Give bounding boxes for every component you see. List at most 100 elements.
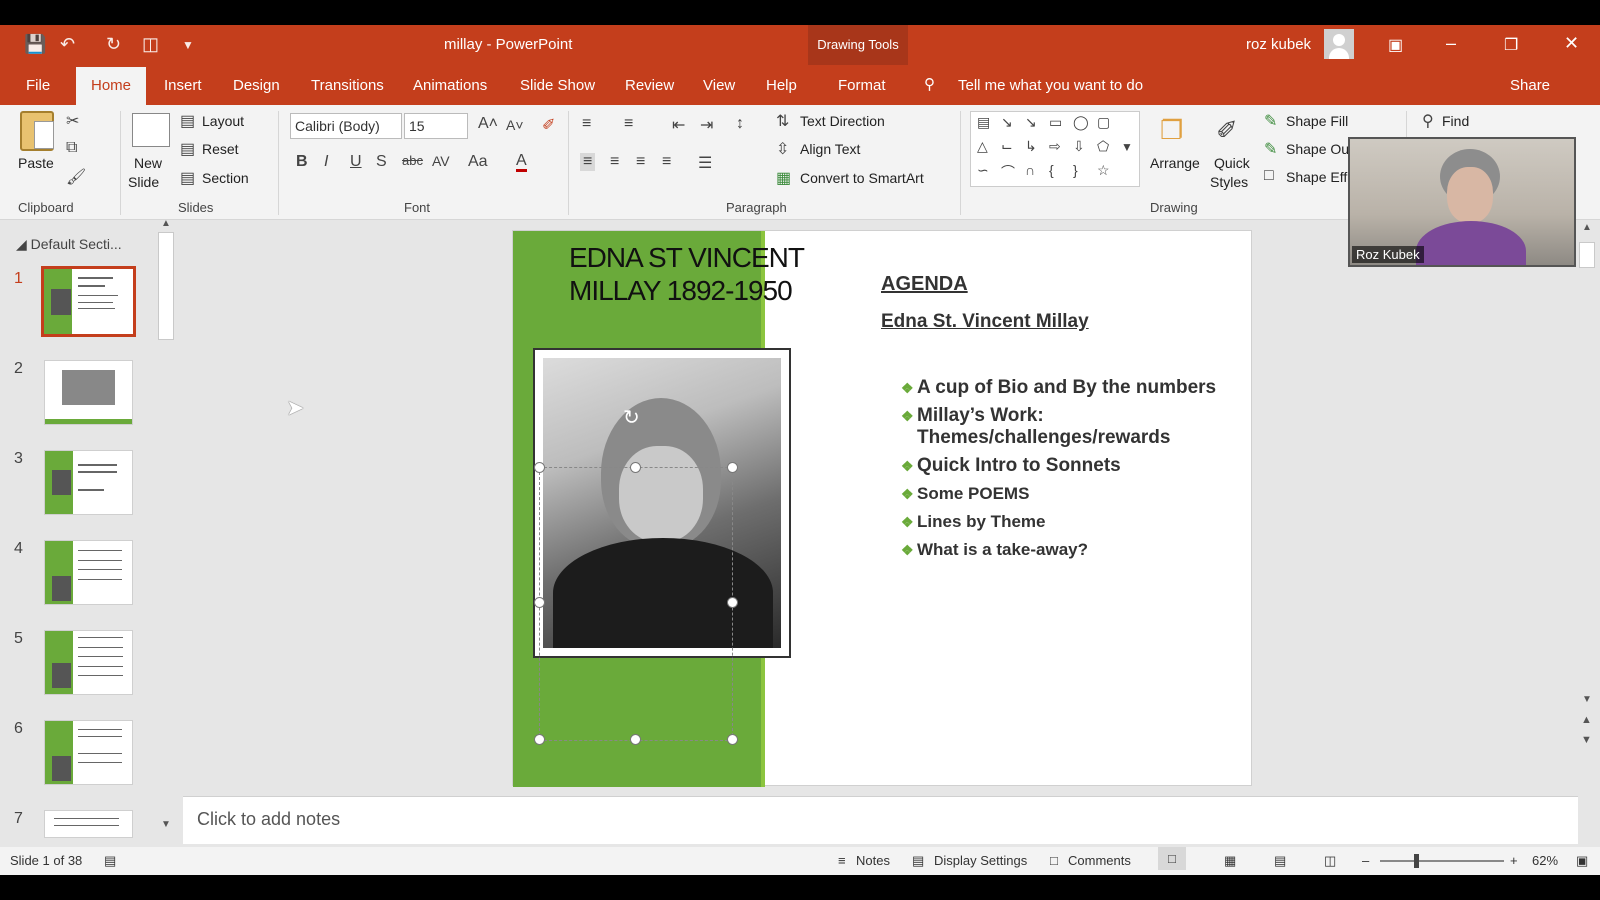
notes-pane[interactable]: Click to add notes (183, 796, 1578, 844)
rounded-rect-shape-icon[interactable]: ▢ (1097, 114, 1110, 131)
font-face-select[interactable]: Calibri (Body) (290, 113, 402, 139)
present-icon[interactable]: ◫ (142, 34, 159, 55)
scroll-up-icon[interactable]: ▲ (1582, 222, 1592, 233)
underline-icon[interactable]: U (350, 153, 362, 171)
slide-thumbnail-5[interactable] (44, 630, 133, 695)
save-icon[interactable]: 💾 (24, 34, 46, 55)
freeform-shape-icon[interactable]: ∽ (977, 162, 989, 179)
shapes-gallery[interactable]: ▤ ↘ ↘ ▭ ◯ ▢ △ ⌙ ↳ ⇨ ⇩ ⬠ ∽ ⌒ ∩ { } ☆ ▼ (970, 111, 1140, 187)
line-spacing-icon[interactable]: ↕ (736, 115, 744, 133)
scroll-up-icon[interactable]: ▲ (161, 218, 171, 229)
share-button[interactable]: Share (1510, 77, 1550, 94)
format-painter-icon[interactable]: 🖌 (66, 167, 86, 187)
convert-smartart-button[interactable]: Convert to SmartArt (800, 170, 924, 186)
zoom-out-icon[interactable]: – (1362, 853, 1369, 868)
resize-handle[interactable] (727, 734, 738, 745)
clear-format-icon[interactable]: ✐ (542, 115, 555, 135)
zoom-in-icon[interactable]: + (1510, 853, 1518, 868)
tab-format[interactable]: Format (838, 77, 886, 94)
right-brace-icon[interactable]: } (1073, 162, 1078, 178)
notes-button[interactable]: Notes (856, 853, 890, 868)
slide-thumbnail-3[interactable] (44, 450, 133, 515)
tab-help[interactable]: Help (766, 77, 797, 94)
resize-handle[interactable] (727, 597, 738, 608)
thumbnail-scrollbar[interactable]: ▲ ▼ (157, 218, 175, 832)
layout-button[interactable]: Layout (202, 113, 244, 129)
section-header[interactable]: ◢ Default Secti... (16, 236, 122, 253)
gallery-more-icon[interactable]: ▼ (1121, 140, 1133, 154)
tab-design[interactable]: Design (233, 77, 280, 94)
decrease-indent-icon[interactable]: ⇤ (672, 115, 685, 135)
resize-handle[interactable] (534, 597, 545, 608)
normal-view-icon[interactable]: □ (1158, 847, 1186, 870)
copy-icon[interactable]: ⧉ (66, 139, 77, 157)
selection-box[interactable] (539, 467, 733, 741)
scrollbar-thumb[interactable] (1579, 242, 1595, 268)
elbow-connector-icon[interactable]: ⌙ (1001, 138, 1013, 155)
scroll-down-icon[interactable]: ▼ (1582, 694, 1592, 705)
slide-sorter-icon[interactable]: ▦ (1224, 853, 1236, 869)
slide-thumbnail-1[interactable] (41, 266, 136, 337)
quick-styles-button-label2[interactable]: Styles (1210, 174, 1248, 190)
resize-handle[interactable] (534, 462, 545, 473)
scroll-down-icon[interactable]: ▼ (161, 819, 171, 830)
arc-shape-icon[interactable]: ⌒ (1001, 162, 1015, 182)
reading-view-icon[interactable]: ▤ (1274, 853, 1286, 869)
zoom-slider[interactable] (1380, 860, 1504, 862)
tab-slide-show[interactable]: Slide Show (520, 77, 595, 94)
display-settings-button[interactable]: Display Settings (934, 853, 1027, 868)
agenda-subtitle[interactable]: Edna St. Vincent Millay (881, 311, 1089, 333)
strikethrough-icon[interactable]: abc (402, 153, 423, 168)
slide-thumbnail-4[interactable] (44, 540, 133, 605)
user-name[interactable]: roz kubek (1246, 36, 1311, 53)
find-button[interactable]: Find (1442, 113, 1469, 129)
text-direction-button[interactable]: Text Direction (800, 113, 885, 129)
down-arrow-shape-icon[interactable]: ⇩ (1073, 138, 1085, 155)
redo-icon[interactable]: ↻ (106, 34, 121, 55)
tab-view[interactable]: View (703, 77, 735, 94)
slide-thumbnail-2[interactable] (44, 360, 133, 425)
agenda-list[interactable]: ❖ A cup of Bio and By the numbers ❖ Millay… (901, 377, 1241, 567)
resize-handle[interactable] (630, 462, 641, 473)
align-left-icon[interactable]: ≡ (580, 153, 596, 171)
elbow-arrow-icon[interactable]: ↳ (1025, 138, 1037, 155)
left-brace-icon[interactable]: { (1049, 162, 1054, 178)
new-slide-icon[interactable] (132, 113, 170, 147)
grow-font-icon[interactable]: A˄ (478, 115, 498, 133)
avatar[interactable] (1324, 29, 1354, 59)
arrow-line-shape-icon[interactable]: ↘ (1025, 114, 1037, 131)
slide-canvas[interactable]: EDNA ST VINCENT MILLAY 1892-1950 ↻ AGEND… (512, 230, 1252, 787)
increase-indent-icon[interactable]: ⇥ (700, 115, 713, 135)
restore-icon[interactable]: ❐ (1504, 35, 1518, 55)
zoom-level[interactable]: 62% (1532, 853, 1558, 868)
tab-file[interactable]: File (26, 77, 50, 94)
resize-handle[interactable] (727, 462, 738, 473)
shadow-icon[interactable]: S (376, 153, 387, 171)
slide-scrollbar[interactable]: ▲ ▼ ▲ ▼ (1578, 220, 1596, 805)
align-right-icon[interactable]: ≡ (636, 153, 645, 171)
font-color-icon[interactable]: A (516, 153, 527, 172)
curve-shape-icon[interactable]: ∩ (1025, 162, 1035, 178)
right-arrow-shape-icon[interactable]: ⇨ (1049, 138, 1061, 155)
shrink-font-icon[interactable]: A˅ (506, 117, 524, 133)
justify-icon[interactable]: ≡ (662, 153, 671, 171)
tab-insert[interactable]: Insert (164, 77, 202, 94)
paste-icon[interactable] (20, 111, 54, 151)
bullets-icon[interactable]: ≡ (582, 115, 591, 133)
shape-outline-button[interactable]: Shape Ou (1286, 141, 1349, 157)
arrange-button[interactable]: Arrange (1150, 155, 1200, 171)
textbox-shape-icon[interactable]: ▤ (977, 114, 990, 131)
shape-effects-button[interactable]: Shape Eff (1286, 169, 1347, 185)
new-slide-button-label2[interactable]: Slide (128, 174, 159, 190)
change-case-icon[interactable]: Aa (468, 153, 488, 171)
scrollbar-thumb[interactable] (158, 232, 174, 340)
tab-animations[interactable]: Animations (413, 77, 487, 94)
comments-button[interactable]: Comments (1068, 853, 1131, 868)
pentagon-shape-icon[interactable]: ⬠ (1097, 138, 1109, 155)
rotate-handle-icon[interactable]: ↻ (623, 405, 640, 430)
slide-thumbnail-7[interactable] (44, 810, 133, 838)
italic-icon[interactable]: I (324, 153, 328, 171)
char-spacing-icon[interactable]: AV (432, 153, 450, 169)
line-shape-icon[interactable]: ↘ (1001, 114, 1013, 131)
minimize-icon[interactable]: – (1446, 33, 1456, 54)
